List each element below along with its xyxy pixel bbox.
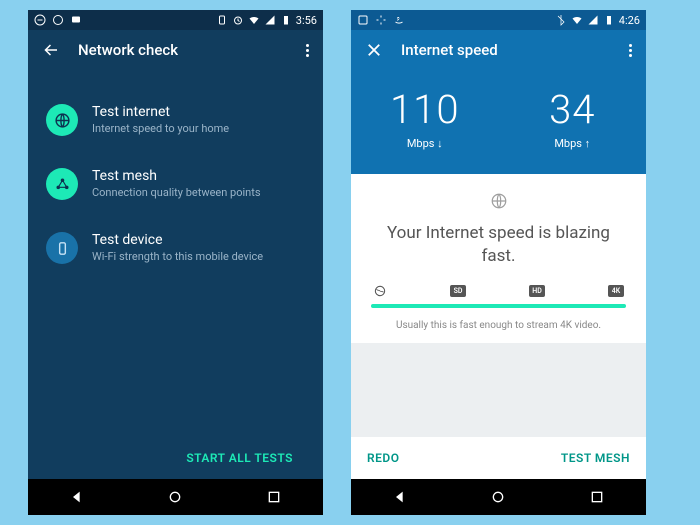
loader-icon — [375, 14, 387, 26]
test-subtitle: Internet speed to your home — [92, 122, 229, 135]
app-bar: Internet speed — [351, 30, 646, 70]
download-value: 110 — [351, 86, 499, 133]
page-title: Internet speed — [401, 41, 498, 59]
status-bar: 3:56 — [28, 10, 323, 30]
download-unit: Mbps ↓ — [351, 137, 499, 150]
close-icon[interactable] — [365, 41, 383, 59]
test-title: Test internet — [92, 104, 229, 120]
earth-icon — [373, 284, 387, 298]
upload-unit: Mbps ↑ — [499, 137, 647, 150]
start-all-tests-button[interactable]: START ALL TESTS — [186, 451, 293, 465]
footer: START ALL TESTS — [42, 437, 309, 479]
nav-back-icon[interactable] — [69, 489, 85, 505]
bluetooth-icon — [555, 14, 567, 26]
overflow-menu-icon[interactable] — [629, 44, 632, 57]
vibrate-icon — [216, 14, 228, 26]
chat-icon — [70, 14, 82, 26]
wifi-icon — [571, 14, 583, 26]
test-list: Test internet Internet speed to your hom… — [28, 70, 323, 479]
wifi-icon — [248, 14, 260, 26]
screen-internet-speed: 4:26 Internet speed 110 Mbps ↓ 34 Mbps ↑ — [351, 10, 646, 515]
label-4k: 4K — [608, 285, 624, 297]
nav-home-icon[interactable] — [490, 489, 506, 505]
upload-value: 34 — [499, 86, 647, 133]
test-internet-row[interactable]: Test internet Internet speed to your hom… — [42, 88, 309, 152]
image-icon — [357, 14, 369, 26]
nav-back-icon[interactable] — [392, 489, 408, 505]
status-clock: 4:26 — [619, 14, 640, 27]
result-card: Your Internet speed is blazing fast. SD … — [351, 174, 646, 343]
overflow-menu-icon[interactable] — [306, 44, 309, 57]
amazon-icon — [393, 14, 405, 26]
result-note: Usually this is fast enough to stream 4K… — [365, 320, 632, 331]
result-message: Your Internet speed is blazing fast. — [387, 222, 610, 268]
page-title: Network check — [78, 41, 178, 59]
test-mesh-row[interactable]: Test mesh Connection quality between poi… — [42, 152, 309, 216]
alarm-icon — [232, 14, 244, 26]
battery-icon — [603, 14, 615, 26]
line-icon — [34, 14, 46, 26]
label-sd: SD — [450, 285, 466, 297]
nav-home-icon[interactable] — [167, 489, 183, 505]
test-device-row[interactable]: Test device Wi-Fi strength to this mobil… — [42, 216, 309, 280]
battery-icon — [280, 14, 292, 26]
footer: REDO TEST MESH — [351, 437, 646, 479]
speed-bar — [371, 304, 626, 308]
cloud-icon — [52, 14, 64, 26]
nav-recent-icon[interactable] — [266, 489, 282, 505]
test-title: Test mesh — [92, 168, 261, 184]
test-subtitle: Connection quality between points — [92, 186, 261, 199]
speed-gauge-labels: SD HD 4K — [365, 284, 632, 298]
globe-icon — [365, 192, 632, 214]
signal-icon — [264, 14, 276, 26]
globe-icon — [46, 104, 78, 136]
upload-metric: 34 Mbps ↑ — [499, 86, 647, 150]
app-bar: Network check — [28, 30, 323, 70]
screen-network-check: 3:56 Network check Test internet Interne… — [28, 10, 323, 515]
back-icon[interactable] — [42, 41, 60, 59]
mesh-icon — [46, 168, 78, 200]
nav-recent-icon[interactable] — [589, 489, 605, 505]
test-mesh-button[interactable]: TEST MESH — [561, 451, 630, 465]
signal-icon — [587, 14, 599, 26]
phone-icon — [46, 232, 78, 264]
label-hd: HD — [529, 285, 545, 297]
status-bar: 4:26 — [351, 10, 646, 30]
download-metric: 110 Mbps ↓ — [351, 86, 499, 150]
system-nav-bar — [351, 479, 646, 515]
status-clock: 3:56 — [296, 14, 317, 27]
redo-button[interactable]: REDO — [367, 451, 399, 465]
test-subtitle: Wi-Fi strength to this mobile device — [92, 250, 263, 263]
speed-hero: 110 Mbps ↓ 34 Mbps ↑ — [351, 70, 646, 174]
system-nav-bar — [28, 479, 323, 515]
test-title: Test device — [92, 232, 263, 248]
